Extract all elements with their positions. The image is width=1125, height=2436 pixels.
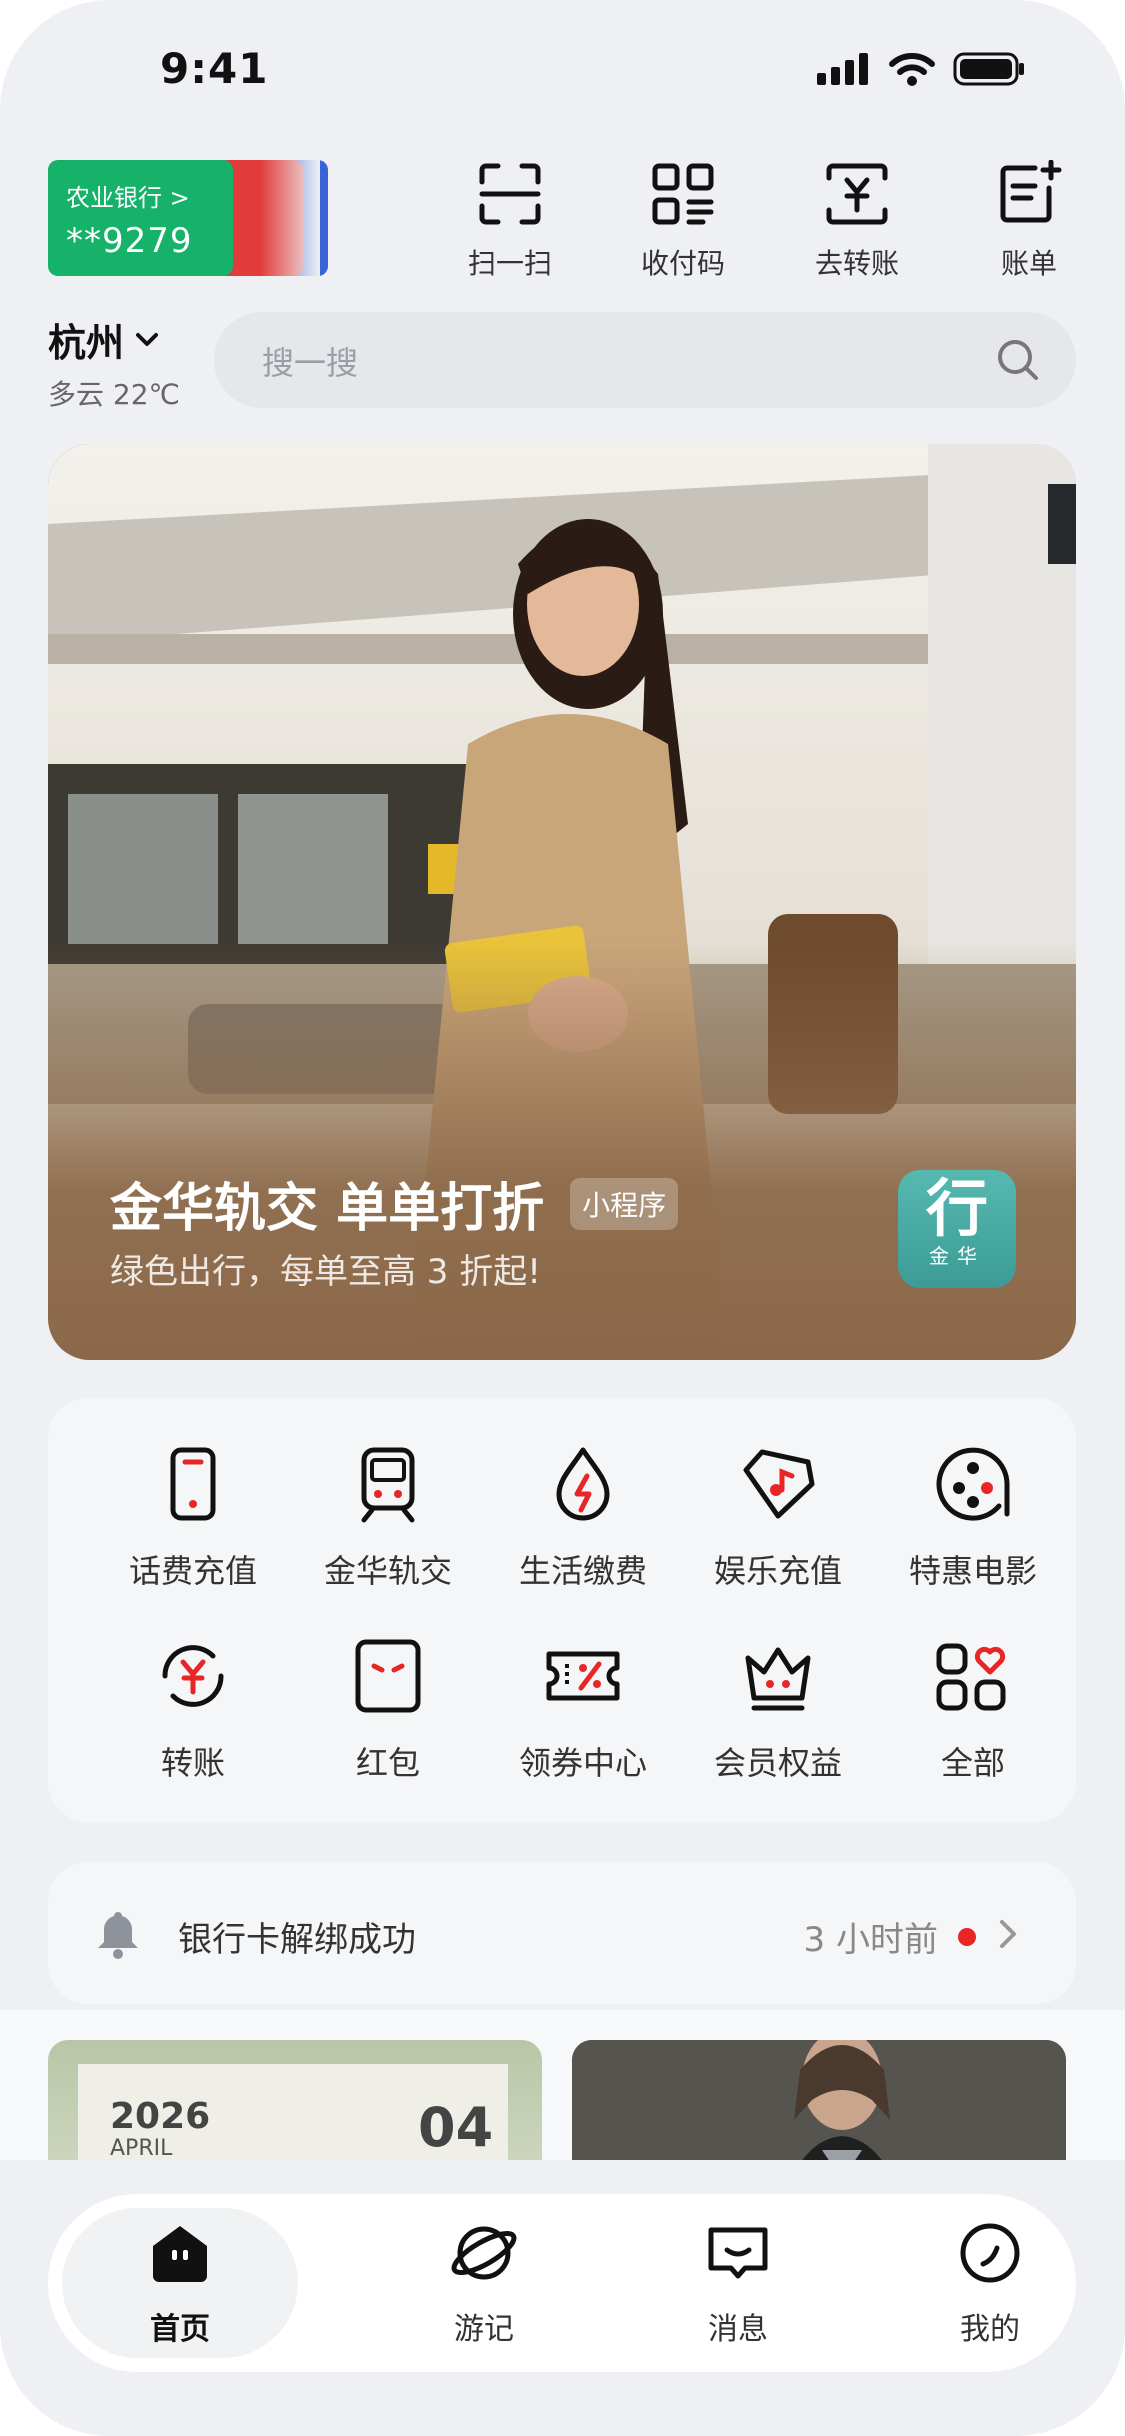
service-movie[interactable]: 特惠电影 bbox=[883, 1444, 1063, 1592]
red-packet-icon bbox=[355, 1639, 421, 1713]
chevron-down-icon bbox=[136, 332, 159, 346]
city-selector[interactable]: 杭州 多云 22℃ bbox=[48, 312, 180, 413]
service-label: 转账 bbox=[160, 1744, 225, 1782]
tab-travel-notes[interactable]: 游记 bbox=[364, 2194, 604, 2372]
service-label: 特惠电影 bbox=[908, 1552, 1037, 1590]
notification-time: 3 小时前 bbox=[803, 1920, 938, 1960]
calendar-day: 04 bbox=[418, 2096, 494, 2159]
wifi-icon bbox=[889, 53, 935, 86]
service-label: 红包 bbox=[355, 1744, 420, 1782]
feed-card-portrait[interactable] bbox=[572, 2040, 1066, 2160]
service-label: 生活缴费 bbox=[518, 1552, 647, 1590]
service-label: 领券中心 bbox=[518, 1744, 647, 1782]
service-red-packet[interactable]: 红包 bbox=[298, 1636, 478, 1784]
calendar-month: APRIL bbox=[110, 2136, 173, 2160]
tab-label: 游记 bbox=[454, 2312, 514, 2347]
phone-icon bbox=[170, 1447, 216, 1521]
tab-label: 消息 bbox=[708, 2312, 768, 2347]
bell-icon bbox=[98, 1912, 138, 1959]
unread-dot bbox=[958, 1927, 976, 1946]
service-label: 金华轨交 bbox=[323, 1552, 452, 1590]
promo-banner[interactable]: 金华轨交 单单打折 小程序 绿色出行，每单至高 3 折起! 行 金华 bbox=[48, 444, 1076, 1360]
bank-name: 农业银行 > bbox=[66, 184, 190, 212]
scan-label: 扫一扫 bbox=[467, 247, 552, 280]
service-label: 全部 bbox=[940, 1744, 1005, 1782]
service-utilities[interactable]: 生活缴费 bbox=[493, 1444, 673, 1592]
transfer-label: 去转账 bbox=[814, 247, 899, 280]
service-jinhua-metro[interactable]: 金华轨交 bbox=[298, 1444, 478, 1592]
service-label: 话费充值 bbox=[128, 1552, 257, 1590]
notification-meta: 3 小时前 bbox=[804, 1912, 976, 1961]
service-phone-recharge[interactable]: 话费充值 bbox=[103, 1444, 283, 1592]
service-entertainment[interactable]: 娱乐充值 bbox=[688, 1444, 868, 1592]
mini-app-char: 行 bbox=[925, 1172, 988, 1245]
notification-text: 银行卡解绑成功 bbox=[178, 1920, 416, 1960]
scan-icon bbox=[479, 163, 541, 225]
service-member-benefits[interactable]: 会员权益 bbox=[688, 1636, 868, 1784]
service-coupon-center[interactable]: 领券中心 bbox=[493, 1636, 673, 1784]
crown-icon bbox=[745, 1647, 811, 1711]
banner-title: 金华轨交 单单打折 bbox=[110, 1179, 545, 1239]
film-reel-icon bbox=[936, 1447, 1010, 1521]
city-name: 杭州 bbox=[48, 321, 125, 365]
tab-profile[interactable]: 我的 bbox=[870, 2194, 1110, 2372]
banner-subtitle: 绿色出行，每单至高 3 折起! bbox=[110, 1252, 541, 1292]
status-time: 9:41 bbox=[160, 44, 269, 93]
search-placeholder: 搜一搜 bbox=[262, 344, 359, 382]
card-number: **9279 bbox=[66, 221, 193, 261]
feed-card-calendar[interactable]: 2026 APRIL 04 bbox=[48, 2040, 542, 2160]
service-label: 会员权益 bbox=[713, 1744, 842, 1782]
planet-icon bbox=[451, 2226, 517, 2280]
service-label: 娱乐充值 bbox=[713, 1552, 842, 1590]
bill-icon bbox=[1000, 159, 1062, 223]
mini-app-name: 金华 bbox=[929, 1244, 985, 1268]
qr-code-icon bbox=[652, 163, 714, 225]
status-icons bbox=[817, 52, 1025, 86]
search-input[interactable]: 搜一搜 bbox=[214, 312, 1076, 408]
home-screen: 9:41 农业银行 > **9279 扫一扫 收付码 去转账 账单 杭州 多云 … bbox=[0, 0, 1125, 2436]
bank-card[interactable]: 农业银行 > **9279 bbox=[48, 160, 233, 276]
coupon-icon bbox=[546, 1651, 620, 1701]
banner-shade bbox=[48, 940, 1076, 1360]
message-icon bbox=[708, 2227, 768, 2279]
calendar-year: 2026 bbox=[110, 2096, 211, 2137]
search-icon bbox=[998, 340, 1038, 380]
utility-drop-icon bbox=[556, 1447, 610, 1521]
tab-messages[interactable]: 消息 bbox=[618, 2194, 858, 2372]
services-grid: 话费充值 金华轨交 生活缴费 娱乐充值 特惠电影 转账 红包 领券中心 会员权益… bbox=[48, 1398, 1076, 1822]
bill-label: 账单 bbox=[1000, 247, 1057, 280]
tab-label: 我的 bbox=[960, 2312, 1020, 2347]
all-apps-icon bbox=[936, 1643, 1006, 1711]
notification-bar[interactable]: 银行卡解绑成功 3 小时前 bbox=[48, 1862, 1076, 2004]
tab-bar: 首页 游记 消息 我的 bbox=[48, 2194, 1076, 2372]
battery-icon bbox=[953, 52, 1024, 86]
payment-code-button[interactable]: 收付码 bbox=[628, 160, 738, 282]
mini-app-logo[interactable]: 行 金华 bbox=[898, 1170, 1016, 1288]
transfer-button[interactable]: 去转账 bbox=[802, 160, 912, 282]
content-feed: 2026 APRIL 04 bbox=[0, 2010, 1125, 2160]
tab-home[interactable]: 首页 bbox=[62, 2208, 298, 2358]
music-tag-icon bbox=[743, 1449, 815, 1519]
transfer-icon bbox=[826, 163, 888, 225]
bill-button[interactable]: 账单 bbox=[974, 159, 1084, 282]
portrait-photo bbox=[572, 2040, 1066, 2160]
cellular-signal-icon bbox=[817, 53, 868, 85]
mini-program-tag: 小程序 bbox=[570, 1177, 679, 1230]
service-all[interactable]: 全部 bbox=[883, 1636, 1063, 1784]
payment-code-label: 收付码 bbox=[640, 247, 725, 280]
train-icon bbox=[361, 1447, 415, 1523]
home-icon bbox=[153, 2226, 207, 2282]
scan-button[interactable]: 扫一扫 bbox=[455, 160, 565, 282]
banner-title-row: 金华轨交 单单打折 小程序 bbox=[110, 1166, 679, 1241]
tab-label: 首页 bbox=[150, 2312, 210, 2347]
transfer-cycle-icon bbox=[162, 1645, 224, 1707]
chevron-right-icon bbox=[1000, 1920, 1016, 1948]
profile-icon bbox=[960, 2223, 1020, 2283]
service-transfer[interactable]: 转账 bbox=[103, 1636, 283, 1784]
card-fade bbox=[260, 160, 320, 276]
weather-text: 多云 22℃ bbox=[48, 378, 180, 411]
